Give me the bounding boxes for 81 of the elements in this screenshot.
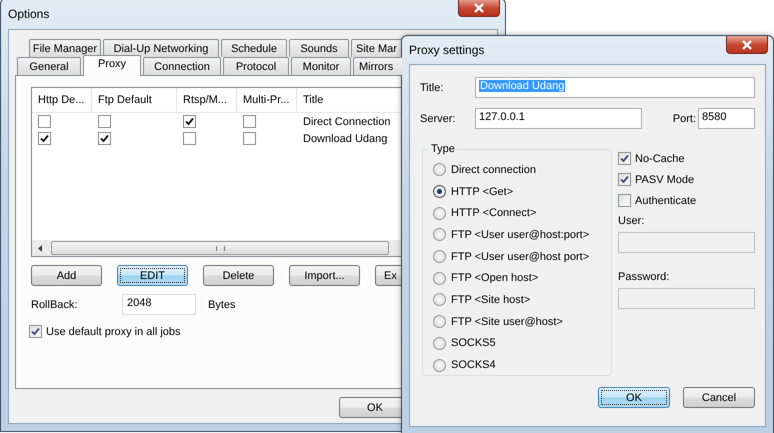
checkbox[interactable]	[618, 152, 631, 165]
tab[interactable]: Connection	[143, 57, 221, 75]
column-header[interactable]: Http De...	[32, 88, 92, 112]
checkbox[interactable]	[618, 194, 631, 207]
field-label: Password:	[618, 271, 670, 285]
horizontal-scrollbar[interactable]	[32, 240, 402, 256]
button[interactable]: Ex	[375, 265, 402, 286]
tab[interactable]: Monitor	[291, 57, 351, 75]
left-arrow-icon	[38, 244, 43, 252]
radio-button[interactable]	[433, 293, 446, 306]
radio-label: SOCKS5	[451, 337, 496, 350]
window-title: Options	[8, 7, 50, 21]
group-label: Type	[430, 143, 456, 155]
button[interactable]: Cancel	[683, 387, 755, 408]
checkbox[interactable]	[183, 132, 196, 145]
radio-button[interactable]	[433, 358, 446, 372]
checkbox[interactable]	[38, 115, 51, 128]
field-label: Server:	[420, 112, 456, 124]
checkbox-label: Use default proxy in all jobs	[46, 326, 181, 338]
radio-label: FTP <User user@host:port>	[451, 228, 590, 241]
radio-label: FTP <User user@host port>	[451, 250, 590, 263]
tab[interactable]: Proxy	[83, 55, 141, 76]
checkbox-label: Authenticate	[635, 194, 696, 206]
close-icon	[741, 40, 753, 50]
radio-label: SOCKS4	[451, 359, 496, 372]
field-label: RollBack:	[31, 298, 78, 310]
checkbox[interactable]	[618, 173, 631, 186]
dialog-title: Proxy settings	[409, 43, 484, 57]
checkbox-label: No-Cache	[635, 152, 685, 164]
tab[interactable]: Schedule	[221, 39, 287, 57]
radio-button[interactable]	[433, 206, 446, 220]
button[interactable]: Add	[31, 265, 102, 286]
close-button[interactable]	[726, 36, 768, 54]
button[interactable]: EDIT	[117, 265, 188, 286]
radio-label: FTP <Site user@host>	[451, 316, 563, 328]
checkbox[interactable]	[243, 115, 256, 128]
button[interactable]: Delete	[203, 265, 274, 286]
radio-label: Direct connection	[451, 164, 536, 176]
radio-button[interactable]	[433, 336, 446, 350]
tab[interactable]: Sounds	[289, 39, 349, 57]
table-cell-text: Direct Connection	[302, 116, 390, 128]
radio-button[interactable]	[433, 315, 446, 328]
scrollbar-thumb[interactable]	[51, 241, 389, 255]
tab[interactable]: Protocol	[223, 57, 289, 75]
checkbox[interactable]	[183, 115, 196, 128]
tab[interactable]: File Manager	[29, 39, 101, 57]
column-header[interactable]: Multi-Pr...	[237, 88, 297, 112]
rollback-field[interactable]: 2048	[122, 294, 196, 315]
table-cell-text: Download Udang	[302, 132, 388, 144]
radio-button[interactable]	[433, 163, 446, 176]
close-icon	[473, 2, 485, 12]
field-label: Port:	[672, 112, 696, 124]
tab[interactable]: General	[17, 57, 81, 75]
button[interactable]: Import...	[289, 265, 360, 286]
radio-label: HTTP <Get>	[451, 186, 514, 198]
tab[interactable]: Dial-Up Networking	[103, 39, 219, 57]
radio-button[interactable]	[433, 272, 446, 285]
button[interactable]: OK	[598, 387, 670, 408]
checkbox[interactable]	[38, 132, 51, 145]
checkbox-label: PASV Mode	[635, 174, 694, 186]
radio-label: HTTP <Connect>	[451, 207, 536, 220]
checkbox[interactable]	[98, 132, 111, 145]
port-field[interactable]: 8580	[698, 108, 755, 129]
radio-label: FTP <Open host>	[451, 272, 538, 284]
checkbox[interactable]	[29, 325, 42, 338]
radio-button[interactable]	[433, 228, 446, 242]
column-header[interactable]: Ftp Default	[92, 88, 177, 112]
close-button[interactable]	[458, 0, 500, 17]
checkbox[interactable]	[243, 132, 256, 145]
server-field[interactable]: 127.0.0.1	[475, 108, 642, 129]
radio-button[interactable]	[433, 185, 446, 198]
tab[interactable]: Site Mar	[351, 39, 402, 57]
radio-label: FTP <Site host>	[451, 294, 530, 306]
unit-label: Bytes	[208, 298, 236, 310]
radio-button[interactable]	[433, 250, 446, 264]
field-label: User:	[618, 215, 646, 229]
tab[interactable]: Mirrors	[353, 57, 402, 75]
checkbox[interactable]	[98, 115, 111, 128]
ok-button[interactable]: OK	[339, 397, 402, 418]
column-header[interactable]: Rtsp/M...	[177, 88, 237, 112]
field-label: Title:	[420, 82, 444, 94]
